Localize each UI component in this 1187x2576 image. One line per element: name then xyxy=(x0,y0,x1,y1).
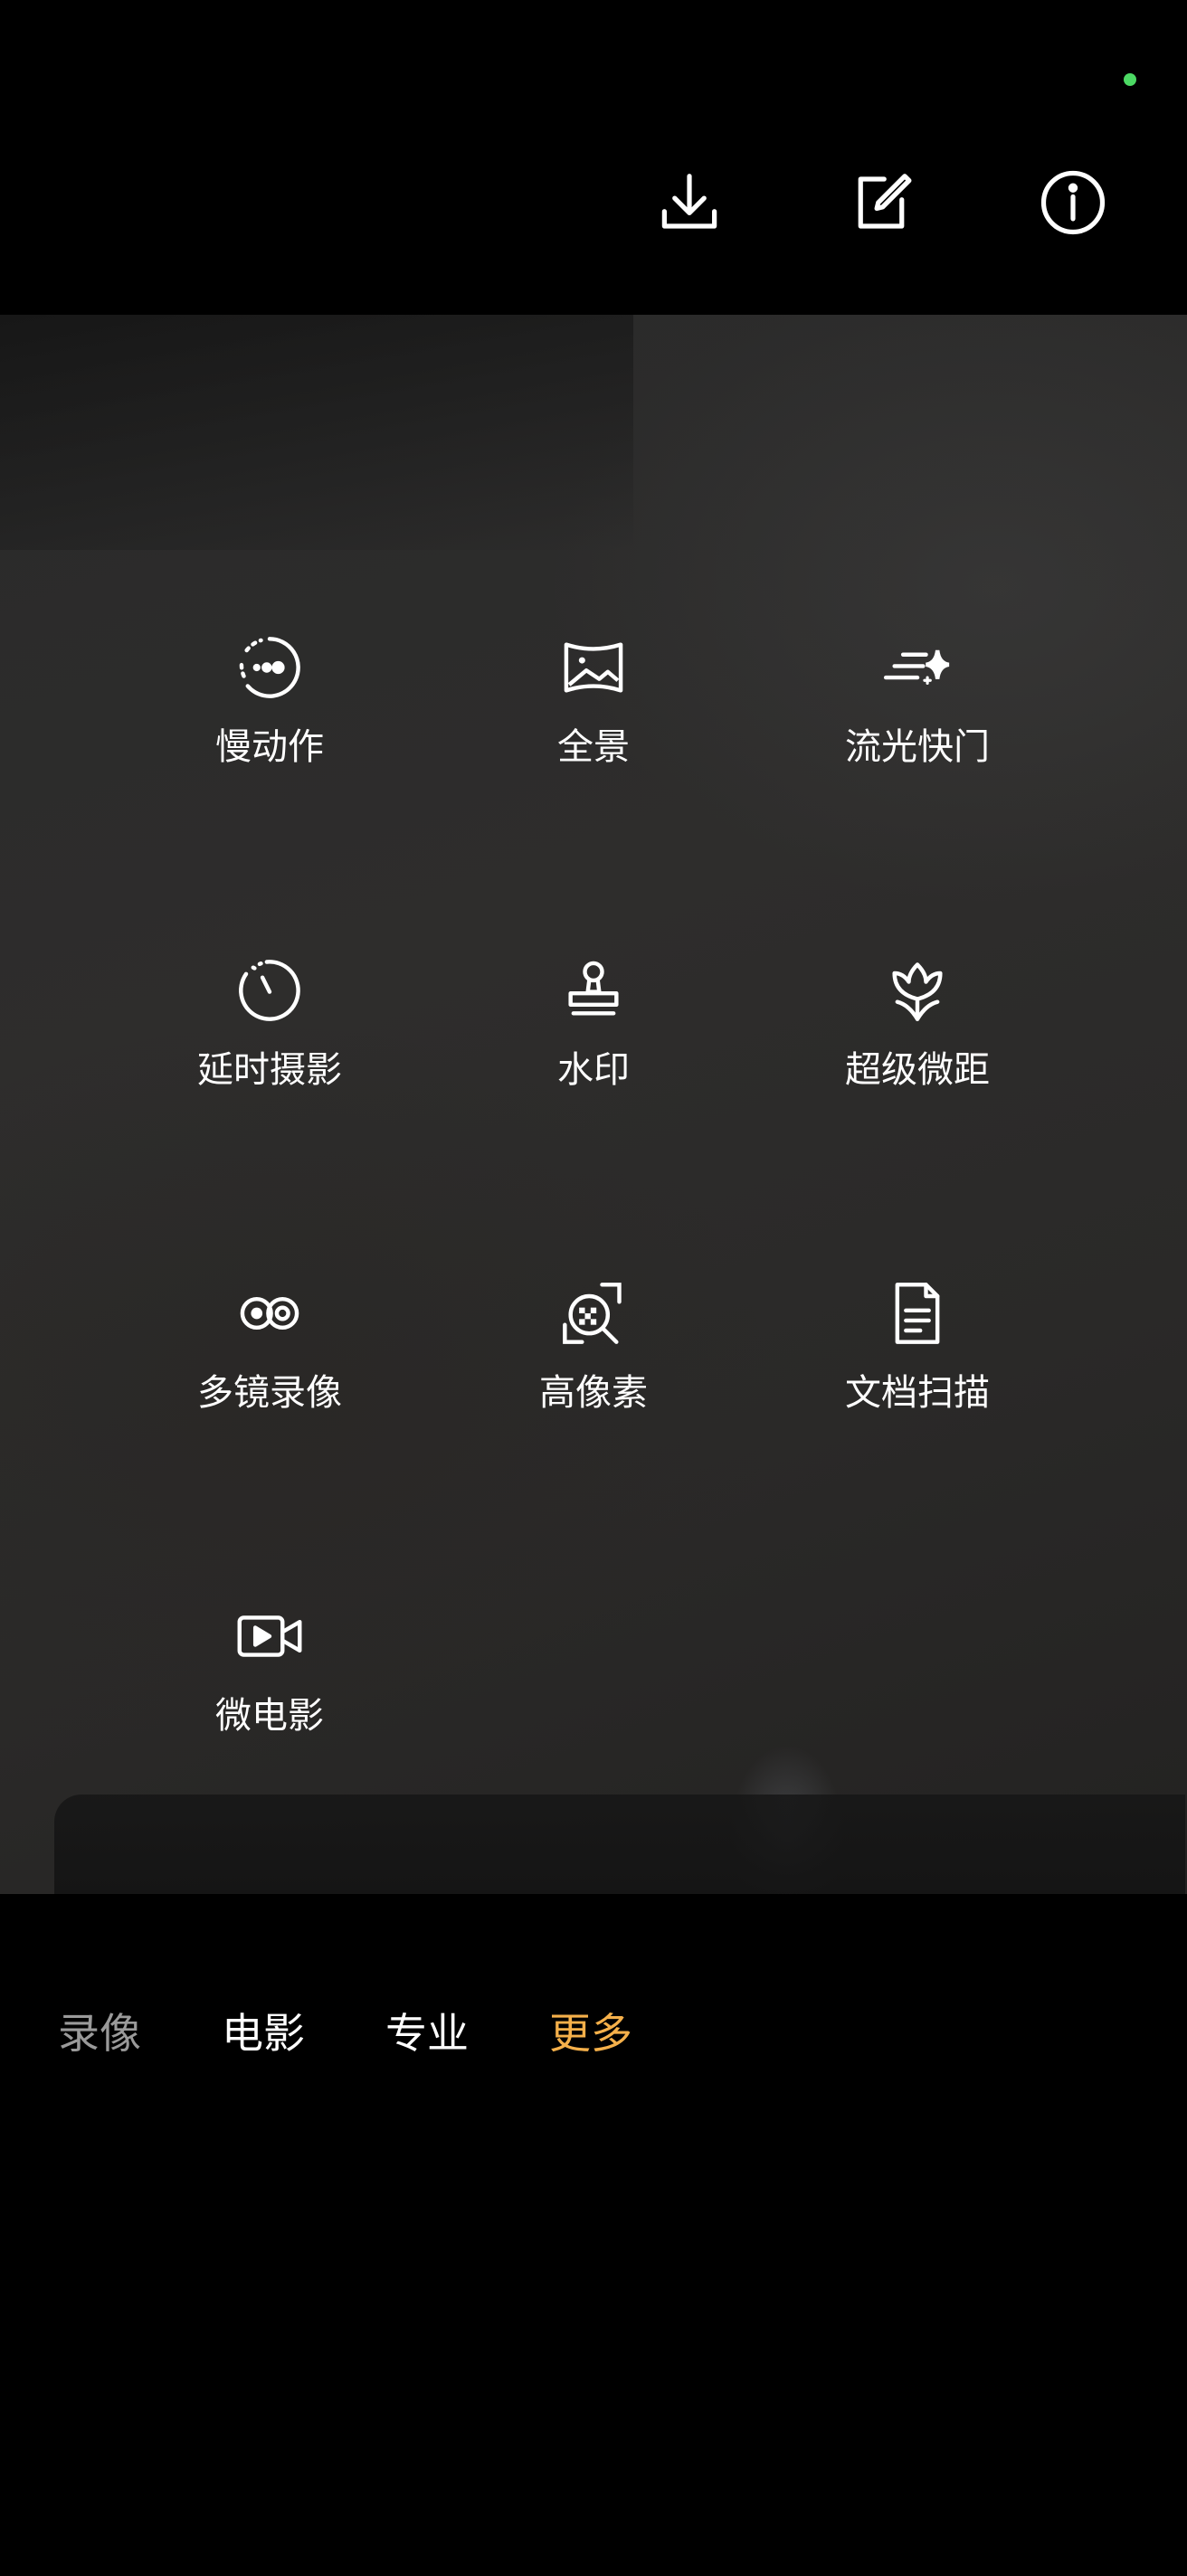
mode-micro-movie[interactable]: 微电影 xyxy=(134,1600,405,1799)
macro-flower-icon xyxy=(881,954,954,1027)
mode-document-scan[interactable]: 文档扫描 xyxy=(782,1277,1053,1476)
mode-label: 文档扫描 xyxy=(845,1372,990,1414)
top-toolbar xyxy=(0,0,1187,315)
mode-light-shutter[interactable]: 流光快门 xyxy=(782,631,1053,830)
tab-pro[interactable]: 专业 xyxy=(385,2008,469,2059)
tab-movie[interactable]: 电影 xyxy=(222,2008,305,2059)
mode-label: 高像素 xyxy=(539,1372,648,1414)
panorama-icon xyxy=(557,631,630,704)
timelapse-icon xyxy=(233,954,306,1027)
mode-label: 微电影 xyxy=(215,1695,324,1737)
info-icon[interactable] xyxy=(1033,163,1113,242)
high-pixel-icon xyxy=(557,1277,630,1350)
more-modes-grid: 慢动作 全景 流光快门 延时摄影 水印 超级微距 多镜录像 高像素 文档扫描 微… xyxy=(0,315,1187,1894)
multi-lens-icon xyxy=(233,1277,306,1350)
document-icon xyxy=(881,1277,954,1350)
mode-label: 全景 xyxy=(557,726,630,768)
mode-label: 多镜录像 xyxy=(197,1372,342,1414)
mode-label: 延时摄影 xyxy=(197,1049,342,1091)
privacy-indicator-dot xyxy=(1124,73,1136,86)
edit-icon[interactable] xyxy=(841,163,921,242)
mode-timelapse[interactable]: 延时摄影 xyxy=(134,954,405,1153)
slow-motion-icon xyxy=(233,631,306,704)
mode-label: 流光快门 xyxy=(845,726,990,768)
micro-movie-icon xyxy=(233,1600,306,1672)
download-icon[interactable] xyxy=(650,163,729,242)
camera-mode-tabs: 录像 电影 专业 更多 xyxy=(0,1894,1187,2576)
mode-super-macro[interactable]: 超级微距 xyxy=(782,954,1053,1153)
mode-panorama[interactable]: 全景 xyxy=(458,631,729,830)
light-shutter-icon xyxy=(881,631,954,704)
mode-multi-lens-video[interactable]: 多镜录像 xyxy=(134,1277,405,1476)
watermark-stamp-icon xyxy=(557,954,630,1027)
mode-label: 水印 xyxy=(557,1049,630,1091)
mode-label: 超级微距 xyxy=(845,1049,990,1091)
mode-slow-motion[interactable]: 慢动作 xyxy=(134,631,405,830)
mode-high-pixel[interactable]: 高像素 xyxy=(458,1277,729,1476)
mode-label: 慢动作 xyxy=(215,726,324,768)
tab-more[interactable]: 更多 xyxy=(549,2008,632,2059)
camera-screen: 慢动作 全景 流光快门 延时摄影 水印 超级微距 多镜录像 高像素 文档扫描 微… xyxy=(0,0,1187,2576)
tab-video[interactable]: 录像 xyxy=(58,2008,141,2059)
mode-watermark[interactable]: 水印 xyxy=(458,954,729,1153)
